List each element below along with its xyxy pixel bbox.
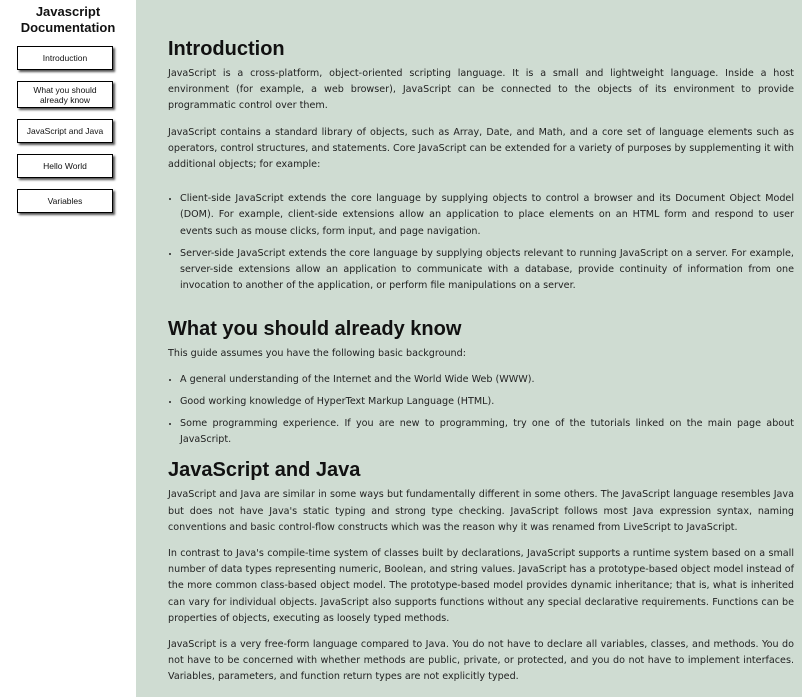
- nav-link-list: Introduction What you should already kno…: [0, 46, 136, 213]
- section-javascript-and-java: JavaScript and Java JavaScript and Java …: [168, 457, 794, 685]
- bullet-list: A general understanding of the Internet …: [168, 372, 794, 449]
- list-item: Client-side JavaScript extends the core …: [180, 191, 794, 240]
- list-item: Some programming experience. If you are …: [180, 416, 794, 448]
- list-item: Server-side JavaScript extends the core …: [180, 246, 794, 295]
- main-document: Introduction JavaScript is a cross-platf…: [136, 0, 802, 697]
- nav-link-javascript-and-java[interactable]: JavaScript and Java: [17, 119, 113, 143]
- nav-link-introduction[interactable]: Introduction: [17, 46, 113, 70]
- document-content: Introduction JavaScript is a cross-platf…: [168, 36, 794, 696]
- paragraph: JavaScript is a very free-form language …: [168, 639, 794, 683]
- section-heading-introduction: Introduction: [168, 38, 285, 60]
- section-what-you-should-already-know: What you should already know This guide …: [168, 316, 794, 448]
- list-item: Good working knowledge of HyperText Mark…: [180, 394, 794, 410]
- paragraph: This guide assumes you have the followin…: [168, 348, 466, 360]
- paragraph: JavaScript contains a standard library o…: [168, 126, 794, 171]
- nav-title: Javascript Documentation: [20, 4, 116, 35]
- bullet-list: Client-side JavaScript extends the core …: [168, 191, 794, 294]
- nav-link-what-you-should-already-know[interactable]: What you should already know: [17, 81, 113, 108]
- section-heading-what-you-should-already-know: What you should already know: [168, 318, 462, 341]
- nav-link-hello-world[interactable]: Hello World: [17, 154, 113, 178]
- nav-link-variables[interactable]: Variables: [17, 189, 113, 213]
- section-heading-javascript-and-java: JavaScript and Java: [168, 459, 361, 482]
- list-item: A general understanding of the Internet …: [180, 372, 794, 388]
- paragraph: In contrast to Java's compile-time syste…: [168, 548, 794, 624]
- sidebar-nav: Javascript Documentation Introduction Wh…: [0, 0, 136, 697]
- section-introduction: Introduction JavaScript is a cross-platf…: [168, 36, 794, 294]
- paragraph: JavaScript and Java are similar in some …: [168, 489, 794, 533]
- paragraph: JavaScript is a cross-platform, object-o…: [168, 68, 794, 112]
